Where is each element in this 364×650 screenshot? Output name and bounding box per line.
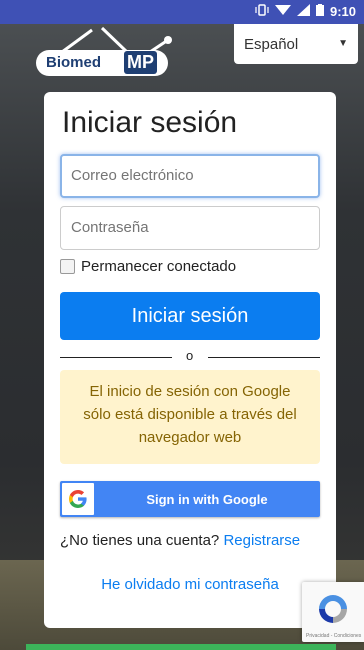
chevron-down-icon: ▼ bbox=[338, 38, 348, 49]
google-sign-in-button[interactable]: Sign in with Google bbox=[60, 481, 320, 517]
divider-line-left bbox=[60, 357, 172, 358]
remember-checkbox[interactable] bbox=[60, 259, 75, 274]
recaptcha-icon bbox=[319, 595, 347, 623]
email-field[interactable]: Correo electrónico bbox=[60, 154, 320, 198]
google-notice: El inicio de sesión con Google sólo está… bbox=[60, 370, 320, 464]
remember-label: Permanecer conectado bbox=[81, 258, 237, 275]
login-card: Iniciar sesión Correo electrónico Contra… bbox=[44, 92, 336, 628]
status-icons: 9:10 bbox=[255, 4, 356, 19]
password-field[interactable]: Contraseña bbox=[60, 206, 320, 250]
clock: 9:10 bbox=[329, 4, 356, 19]
login-button[interactable]: Iniciar sesión bbox=[60, 292, 320, 340]
recaptcha-badge[interactable]: Privacidad - Condiciones bbox=[302, 582, 364, 642]
page-title: Iniciar sesión bbox=[62, 106, 238, 139]
app-logo: Biomed MP bbox=[32, 24, 172, 80]
google-logo-box bbox=[62, 483, 94, 515]
divider-line-right bbox=[208, 357, 320, 358]
signal-icon bbox=[296, 4, 310, 19]
google-g-icon bbox=[69, 490, 87, 508]
wifi-icon bbox=[274, 4, 291, 19]
vibrate-icon bbox=[255, 4, 269, 19]
no-account-text: ¿No tienes una cuenta? bbox=[60, 532, 220, 549]
bottom-green-bar bbox=[26, 644, 336, 650]
password-placeholder: Contraseña bbox=[71, 219, 149, 236]
divider-text: o bbox=[186, 348, 194, 363]
logo-text-mp: MP bbox=[124, 51, 157, 74]
register-link[interactable]: Registrarse bbox=[223, 532, 300, 549]
google-button-label: Sign in with Google bbox=[146, 491, 268, 507]
or-divider: o bbox=[60, 348, 320, 366]
recaptcha-terms[interactable]: Privacidad - Condiciones bbox=[306, 633, 361, 639]
forgot-password-link[interactable]: He olvidado mi contraseña bbox=[44, 576, 336, 593]
language-select[interactable]: Español ▼ bbox=[234, 24, 358, 64]
register-prompt: ¿No tienes una cuenta? Registrarse bbox=[60, 532, 300, 549]
logo-text-biomed: Biomed bbox=[46, 54, 102, 71]
battery-icon bbox=[315, 4, 324, 19]
email-placeholder: Correo electrónico bbox=[71, 167, 194, 184]
status-bar: 9:10 bbox=[0, 0, 364, 24]
language-select-value: Español bbox=[244, 36, 299, 53]
remember-me[interactable]: Permanecer conectado bbox=[60, 258, 236, 275]
